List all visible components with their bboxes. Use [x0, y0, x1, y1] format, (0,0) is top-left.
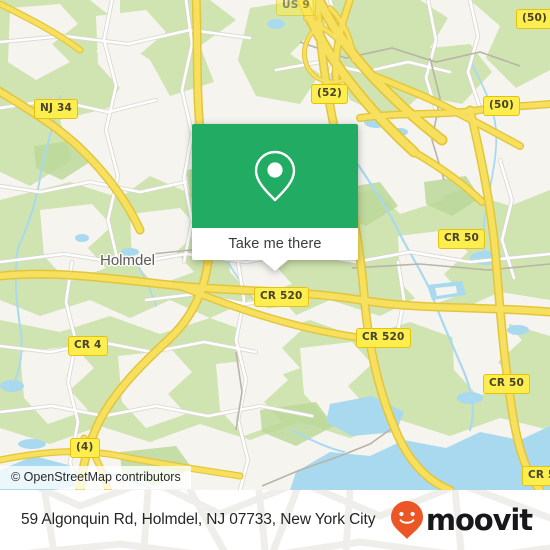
popup-tail-pointer	[262, 260, 288, 271]
road-shield-50-top[interactable]: (50)	[516, 9, 550, 29]
popup-action-bar[interactable]: Take me there	[192, 228, 358, 260]
road-shield-52[interactable]: (52)	[311, 84, 349, 104]
road-shield-4[interactable]: (4)	[70, 438, 100, 458]
openstreetmap-attribution[interactable]: © OpenStreetMap contributors	[0, 466, 191, 489]
road-shield-50-upper[interactable]: (50)	[483, 96, 521, 116]
road-shield-cr-50-mid[interactable]: CR 50	[438, 229, 486, 249]
moovit-brand[interactable]: moovit	[390, 500, 533, 540]
map-pin-icon	[254, 150, 296, 202]
address-label: 59 Algonquin Rd, Holmdel, NJ 07733, New …	[21, 511, 376, 528]
footer-bar: 59 Algonquin Rd, Holmdel, NJ 07733, New …	[0, 490, 550, 550]
popup-header	[192, 124, 358, 228]
map-screenshot-root: Holmdel NJ 34 (52) (50) (50) CR 50 CR 52…	[0, 0, 550, 550]
road-shield-cr-5-clipped[interactable]: CR 5	[522, 466, 550, 486]
road-shield-nj-34[interactable]: NJ 34	[34, 99, 78, 119]
map-canvas[interactable]: Holmdel NJ 34 (52) (50) (50) CR 50 CR 52…	[0, 0, 550, 490]
moovit-pin-smiley-icon	[390, 501, 423, 539]
road-shield-cr-50-lower[interactable]: CR 50	[483, 374, 531, 394]
location-popup-card[interactable]: Take me there	[192, 124, 358, 271]
take-me-there-label: Take me there	[228, 236, 322, 252]
road-shield-cr-520-east[interactable]: CR 520	[356, 328, 411, 348]
road-shield-cr-4[interactable]: CR 4	[68, 336, 108, 356]
place-label-holmdel: Holmdel	[100, 252, 156, 269]
footer-content: 59 Algonquin Rd, Holmdel, NJ 07733, New …	[0, 500, 550, 540]
road-shield-cr-520-west[interactable]: CR 520	[254, 287, 309, 307]
moovit-wordmark: moovit	[425, 502, 533, 537]
road-shield-us-9-clipped[interactable]: US 9	[276, 0, 316, 16]
